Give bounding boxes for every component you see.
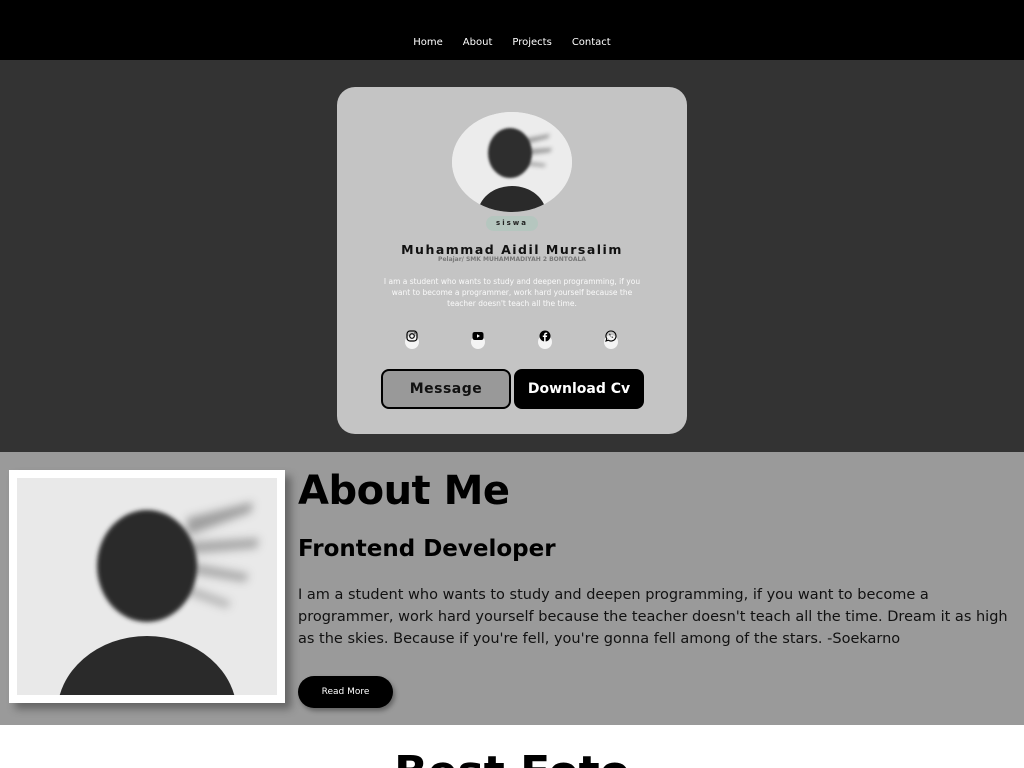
- facebook-icon: [539, 330, 551, 342]
- nav-link-projects[interactable]: Projects: [512, 37, 551, 48]
- whatsapp-icon: [605, 330, 617, 342]
- facebook-link[interactable]: [538, 330, 552, 350]
- social-links: [337, 330, 687, 350]
- profile-name: Muhammad Aidil Mursalim: [401, 242, 623, 257]
- instagram-icon: [406, 330, 418, 342]
- read-more-button[interactable]: Read More: [298, 676, 393, 708]
- about-text: I am a student who wants to study and de…: [298, 587, 1008, 647]
- about-silhouette-image: [17, 478, 277, 695]
- about-photo-frame: [9, 470, 285, 703]
- about-role: Frontend Developer: [298, 536, 556, 562]
- nav-link-about[interactable]: About: [463, 37, 493, 48]
- whatsapp-link[interactable]: [604, 330, 618, 350]
- youtube-icon: [472, 332, 484, 340]
- profile-subtitle: Pelajar/ SMK MUHAMMADIYAH 2 BONTOALA: [438, 256, 586, 263]
- nav-link-home[interactable]: Home: [413, 37, 443, 48]
- youtube-link[interactable]: [471, 330, 485, 350]
- role-badge: siswa: [486, 216, 538, 231]
- about-title: About Me: [298, 468, 510, 514]
- nav-link-contact[interactable]: Contact: [572, 37, 611, 48]
- nav-links: Home About Projects Contact: [0, 37, 1024, 48]
- message-button[interactable]: Message: [381, 369, 511, 409]
- instagram-link[interactable]: [405, 330, 419, 350]
- best-foto-title: Best Foto: [0, 747, 1024, 768]
- about-section: About Me Frontend Developer I am a stude…: [0, 452, 1024, 725]
- avatar: [452, 112, 572, 212]
- avatar-silhouette-image: [452, 112, 572, 212]
- best-foto-section: Best Foto: [0, 725, 1024, 768]
- profile-card: siswa Muhammad Aidil Mursalim Pelajar/ S…: [337, 87, 687, 434]
- about-photo: [17, 478, 277, 695]
- profile-description: I am a student who wants to study and de…: [383, 277, 641, 308]
- hero-section: siswa Muhammad Aidil Mursalim Pelajar/ S…: [0, 60, 1024, 452]
- top-navbar: Home About Projects Contact: [0, 0, 1024, 60]
- download-cv-button[interactable]: Download Cv: [514, 369, 644, 409]
